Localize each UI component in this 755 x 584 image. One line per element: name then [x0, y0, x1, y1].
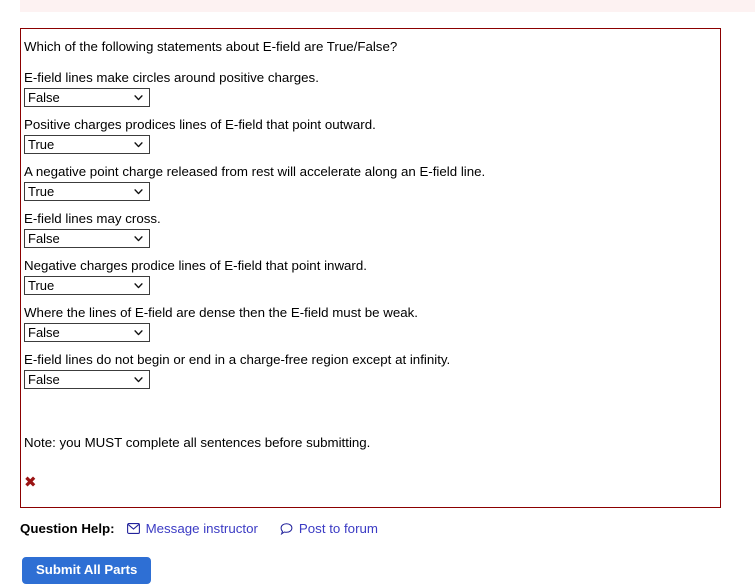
speech-bubble-icon [280, 522, 293, 535]
statement-text: Negative charges prodice lines of E-fiel… [24, 258, 367, 273]
statement-block: A negative point charge released from re… [23, 164, 720, 201]
statement-block: E-field lines make circles around positi… [23, 70, 720, 107]
question-prompt: Which of the following statements about … [24, 39, 398, 54]
answer-select-5[interactable]: TrueFalse [24, 276, 150, 295]
statement-list: E-field lines make circles around positi… [23, 70, 720, 389]
answer-select-wrapper: TrueFalse [23, 229, 150, 248]
statement-text: E-field lines may cross. [24, 211, 161, 226]
submit-all-parts-button[interactable]: Submit All Parts [22, 557, 152, 584]
answer-select-wrapper: TrueFalse [23, 182, 150, 201]
answer-select-3[interactable]: TrueFalse [24, 182, 150, 201]
post-to-forum-link[interactable]: Post to forum [280, 521, 378, 536]
question-panel: Which of the following statements about … [20, 28, 721, 508]
post-to-forum-label: Post to forum [298, 521, 378, 536]
statement-block: Positive charges prodices lines of E-fie… [23, 117, 720, 154]
completion-note: Note: you MUST complete all sentences be… [24, 435, 371, 450]
answer-select-wrapper: TrueFalse [23, 88, 150, 107]
statement-text: E-field lines make circles around positi… [24, 70, 319, 85]
answer-select-4[interactable]: TrueFalse [24, 229, 150, 248]
statement-text: Positive charges prodices lines of E-fie… [24, 117, 376, 132]
answer-select-7[interactable]: TrueFalse [24, 370, 150, 389]
message-instructor-label: Message instructor [145, 521, 258, 536]
top-status-strip [20, 0, 755, 12]
statement-text: Where the lines of E-field are dense the… [24, 305, 418, 320]
statement-block: Where the lines of E-field are dense the… [23, 305, 720, 342]
incorrect-mark-icon: ✖ [24, 473, 37, 491]
statement-block: Negative charges prodice lines of E-fiel… [23, 258, 720, 295]
message-instructor-link[interactable]: Message instructor [126, 521, 258, 536]
envelope-icon [126, 523, 140, 534]
answer-select-wrapper: TrueFalse [23, 276, 150, 295]
statement-block: E-field lines may cross. TrueFalse [23, 211, 720, 248]
answer-select-wrapper: TrueFalse [23, 323, 150, 342]
answer-select-wrapper: TrueFalse [23, 370, 150, 389]
answer-select-wrapper: TrueFalse [23, 135, 150, 154]
answer-select-2[interactable]: TrueFalse [24, 135, 150, 154]
answer-select-1[interactable]: TrueFalse [24, 88, 150, 107]
question-help-label: Question Help: [20, 521, 115, 536]
answer-select-6[interactable]: TrueFalse [24, 323, 150, 342]
statement-text: E-field lines do not begin or end in a c… [24, 352, 451, 367]
question-help-row: Question Help: Message instructor Post t… [20, 521, 400, 536]
statement-block: E-field lines do not begin or end in a c… [23, 352, 720, 389]
statement-text: A negative point charge released from re… [24, 164, 486, 179]
